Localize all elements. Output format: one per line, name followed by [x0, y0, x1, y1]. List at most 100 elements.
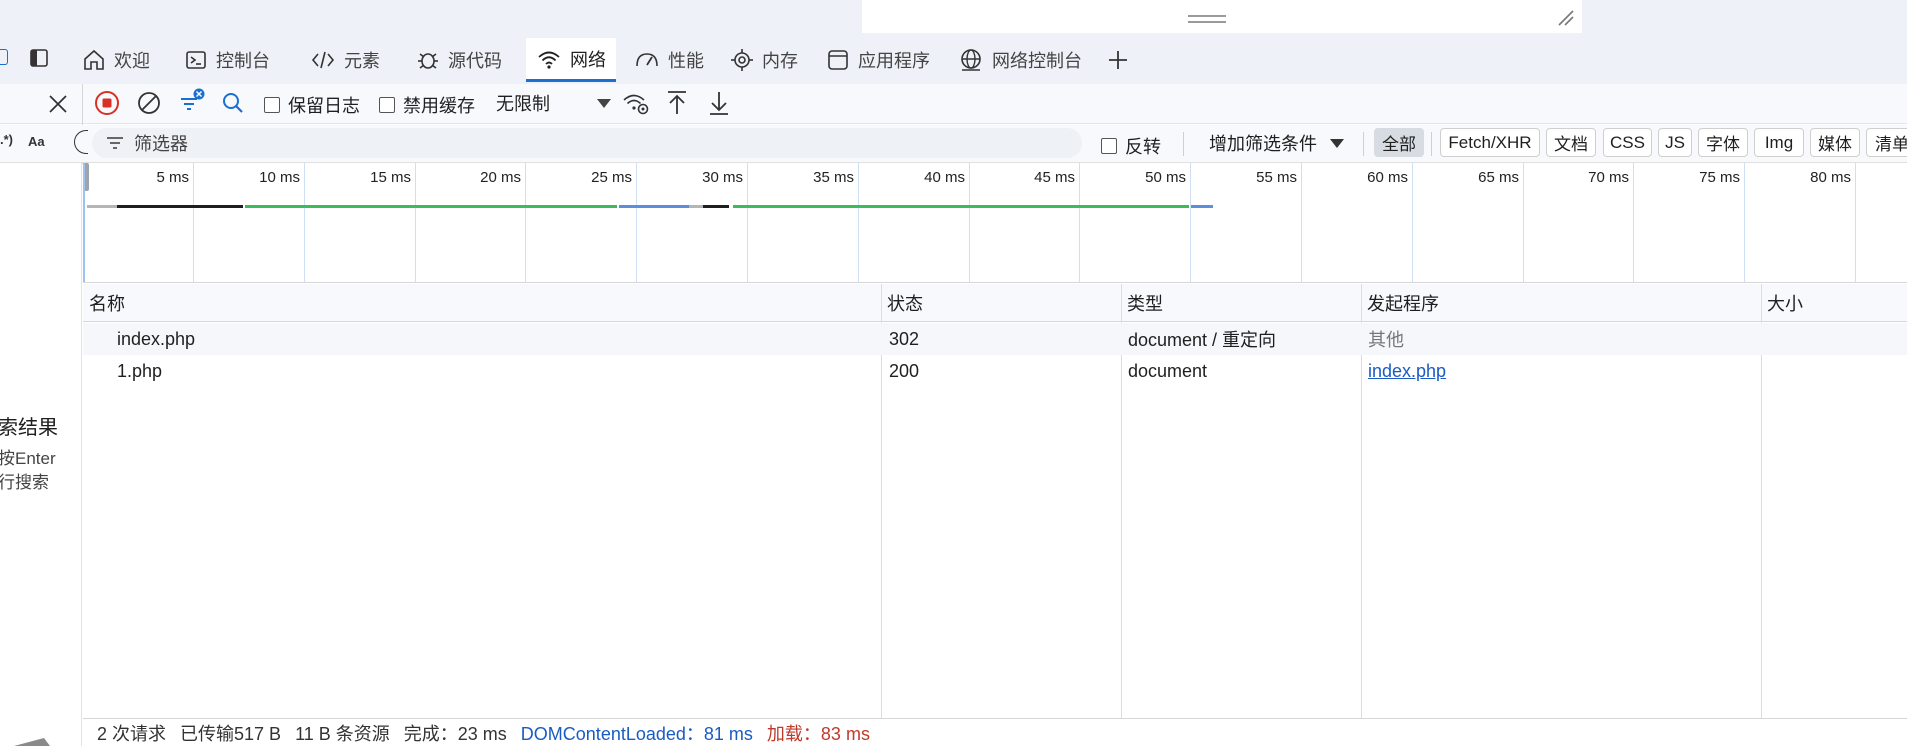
timeline-segment-redirect: [117, 205, 243, 208]
resize-corner-icon[interactable]: [1556, 8, 1574, 26]
timeline-gridline: [747, 163, 748, 282]
timeline-tick-label: 20 ms: [480, 169, 521, 186]
timeline-left-edge: [83, 163, 85, 282]
timeline-gridline: [1079, 163, 1080, 282]
preserve-log-label: 保留日志: [288, 96, 360, 116]
tab-label: 元素: [344, 51, 380, 71]
checkbox-box[interactable]: [1101, 138, 1117, 154]
filter-placeholder: 筛选器: [134, 134, 188, 154]
tab-console[interactable]: 控制台: [174, 38, 280, 82]
timeline-gridline: [1744, 163, 1745, 282]
column-header-name[interactable]: 名称: [83, 284, 881, 322]
record-button[interactable]: [92, 88, 122, 118]
tab-label: 网络: [570, 49, 606, 70]
tab-network[interactable]: 网络: [526, 38, 616, 82]
request-table: 名称 状态 类型 发起程序 大小 index.php 302 document …: [83, 284, 1907, 718]
tab-network-console[interactable]: 网络控制台: [948, 38, 1092, 82]
status-finish: 完成：23 ms: [403, 724, 507, 744]
column-header-initiator[interactable]: 发起程序: [1361, 284, 1761, 322]
timeline-tick-label: 60 ms: [1367, 169, 1408, 186]
invert-label: 反转: [1125, 137, 1161, 157]
request-name[interactable]: 1.php: [117, 355, 162, 387]
match-case-toggle[interactable]: Aa: [28, 134, 45, 149]
globe-icon: [961, 49, 981, 71]
filter-lines-icon: [107, 137, 123, 149]
request-initiator-link[interactable]: index.php: [1368, 355, 1446, 387]
timeline-segment-request: [703, 205, 729, 208]
request-type: document: [1128, 360, 1208, 381]
tab-application[interactable]: 应用程序: [816, 38, 940, 82]
column-header-type[interactable]: 类型: [1121, 284, 1361, 322]
dock-side-icon[interactable]: [29, 48, 49, 68]
search-button[interactable]: [218, 88, 248, 118]
bug-icon: [418, 53, 438, 69]
status-load: 加载：83 ms: [766, 724, 870, 744]
network-overview-timeline[interactable]: 5 ms 10 ms 15 ms 20 ms 25 ms 30 ms 35 ms 40 ms 4…: [83, 163, 1907, 283]
import-har-button[interactable]: [662, 88, 692, 118]
timeline-gridline: [304, 163, 305, 282]
table-row[interactable]: index.php 302 document / 重定向 其他: [83, 323, 1907, 355]
timeline-tick-label: 65 ms: [1478, 169, 1519, 186]
filter-input[interactable]: 筛选器: [92, 128, 1082, 158]
filter-divider: [1431, 132, 1432, 156]
timeline-tick-label: 40 ms: [924, 169, 965, 186]
chip-media[interactable]: 媒体: [1810, 128, 1860, 157]
status-domcontentloaded: DOMContentLoaded：81 ms: [520, 724, 753, 744]
add-tab-button[interactable]: [1104, 47, 1132, 73]
search-hint-line2: 行搜索: [0, 473, 49, 492]
timeline-tick-label: 70 ms: [1588, 169, 1629, 186]
chip-img[interactable]: Img: [1754, 128, 1804, 157]
chip-manifest[interactable]: 清单: [1866, 128, 1907, 157]
chip-doc[interactable]: 文档: [1546, 128, 1596, 157]
search-icon: [223, 93, 243, 113]
timeline-tick-label: 25 ms: [591, 169, 632, 186]
chip-all[interactable]: 全部: [1374, 128, 1424, 157]
timeline-segment-download: [1191, 205, 1213, 208]
timeline-gridline: [193, 163, 194, 282]
network-conditions-button[interactable]: [620, 88, 652, 118]
timeline-gridline: [1412, 163, 1413, 282]
network-status-bar: 2 次请求 已传输517 B 11 B 条资源 完成：23 ms DOMCont…: [83, 718, 1907, 746]
tab-memory[interactable]: 内存: [720, 38, 808, 82]
preserve-log-checkbox[interactable]: 保留日志: [264, 92, 360, 118]
request-name[interactable]: index.php: [117, 323, 195, 355]
chevron-down-icon: [597, 99, 611, 108]
column-header-size[interactable]: 大小: [1761, 284, 1907, 322]
plus-icon: [1109, 51, 1127, 69]
chip-icon: [731, 49, 753, 71]
device-toolbar-icon[interactable]: [0, 49, 8, 65]
search-hint-line1: 按Enter: [0, 449, 56, 468]
timeline-gridline: [525, 163, 526, 282]
checkbox-box[interactable]: [379, 97, 395, 113]
disable-cache-checkbox[interactable]: 禁用缓存: [379, 92, 475, 118]
chip-js[interactable]: JS: [1658, 128, 1692, 157]
chip-font[interactable]: 字体: [1698, 128, 1748, 157]
invert-checkbox[interactable]: 反转: [1101, 133, 1161, 159]
chip-fetch-xhr[interactable]: Fetch/XHR: [1440, 128, 1540, 157]
clear-icon: [138, 92, 160, 114]
clear-button[interactable]: [134, 88, 164, 118]
status-resources: 11 B 条资源: [295, 724, 390, 744]
table-row[interactable]: 1.php 200 document index.php: [83, 355, 1907, 387]
filter-divider: [1183, 132, 1184, 156]
upload-icon: [668, 91, 686, 114]
column-header-status[interactable]: 状态: [881, 284, 1121, 322]
regex-toggle[interactable]: .*): [0, 132, 13, 147]
timeline-gridline: [1190, 163, 1191, 282]
close-search-button[interactable]: [44, 90, 72, 118]
tab-welcome[interactable]: 欢迎: [72, 38, 160, 82]
timeline-segment-download: [619, 205, 689, 208]
export-har-button[interactable]: [704, 88, 734, 118]
tab-elements[interactable]: 元素: [300, 38, 390, 82]
chip-css[interactable]: CSS: [1603, 128, 1652, 157]
checkbox-box[interactable]: [264, 97, 280, 113]
filter-toggle-button[interactable]: [176, 86, 208, 118]
more-filters-dropdown[interactable]: 增加筛选条件: [1209, 130, 1345, 156]
throttling-select[interactable]: 无限制: [496, 90, 612, 116]
tab-performance[interactable]: 性能: [624, 38, 714, 82]
tab-sources[interactable]: 源代码: [406, 38, 512, 82]
wifi-icon: [538, 51, 560, 69]
request-status: 302: [889, 328, 920, 349]
timeline-tick-label: 50 ms: [1145, 169, 1186, 186]
dock-resize-handle[interactable]: [1188, 15, 1226, 23]
